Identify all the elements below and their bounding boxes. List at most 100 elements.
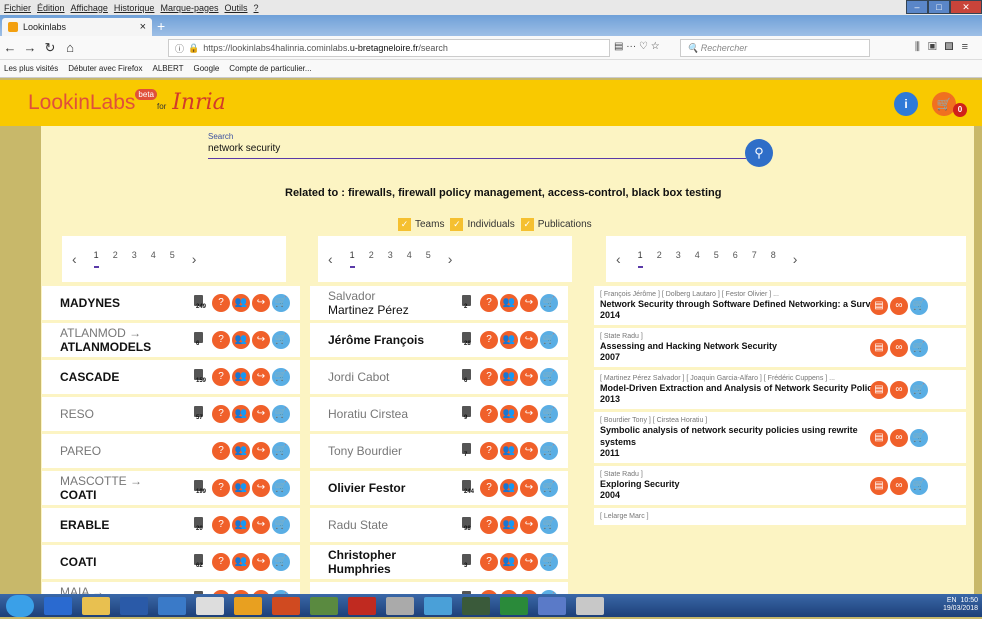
add-to-cart-icon[interactable]: 🛒 [540,331,558,349]
list-item[interactable]: Tony Bourdier 7? 👥 ↪ 🛒 [310,434,568,468]
publication-item[interactable]: [ François Jérôme ] [ Dolberg Lautaro ] … [594,286,966,325]
publication-item[interactable]: [ Lelarge Marc ] [594,508,966,525]
item-name[interactable]: MASCOTTE → COATI [60,474,142,502]
publication-authors[interactable]: [ State Radu ] [600,471,886,478]
team-icon[interactable]: 👥 [500,368,518,386]
menu-item[interactable]: ? [254,3,259,13]
publication-item[interactable]: [ State Radu ] Assessing and Hacking Netw… [594,328,966,367]
publication-authors[interactable]: [ Bourdier Tony ] [ Cirstea Horatiu ] [600,417,886,424]
list-item[interactable]: Radu State 98? 👥 ↪ 🛒 [310,508,568,542]
team-icon[interactable]: 👥 [500,516,518,534]
add-to-cart-icon[interactable]: 🛒 [540,553,558,571]
help-icon[interactable]: ? [480,553,498,571]
back-icon[interactable]: ← [0,40,20,55]
forward-icon[interactable]: → [20,40,40,55]
help-icon[interactable]: ? [212,442,230,460]
pdf-icon[interactable]: ▤ [870,380,888,399]
help-icon[interactable]: ? [212,405,230,423]
list-item[interactable]: COATI 62? 👥 ↪ 🛒 [42,545,300,579]
media-icon[interactable] [158,596,186,615]
publication-title[interactable]: Network Security through Software Define… [600,298,886,310]
search-button[interactable]: ⚲ [745,139,773,167]
language-indicator[interactable]: EN [947,597,957,604]
next-page-icon[interactable]: › [448,251,453,267]
home-icon[interactable]: ⌂ [60,40,80,55]
page-link[interactable]: 2 [369,250,374,268]
link-icon[interactable]: ∞ [890,296,908,315]
team-icon[interactable]: 👥 [500,331,518,349]
help-icon[interactable]: ? [480,405,498,423]
pdf-icon[interactable]: ▤ [870,428,888,447]
item-name[interactable]: Horatiu Cirstea [328,407,408,421]
page-link[interactable]: 4 [407,250,412,268]
prev-page-icon[interactable]: ‹ [616,251,621,267]
calculator-icon[interactable] [196,596,224,615]
next-page-icon[interactable]: › [192,251,197,267]
add-to-cart-icon[interactable]: 🛒 [272,516,290,534]
list-item[interactable]: RESO 57? 👥 ↪ 🛒 [42,397,300,431]
prev-page-icon[interactable]: ‹ [328,251,333,267]
list-item[interactable]: Jordi Cabot 6? 👥 ↪ 🛒 [310,360,568,394]
network-icon[interactable] [310,596,338,615]
team-icon[interactable]: 👥 [232,479,250,497]
menu-item[interactable]: Historique [114,3,155,13]
add-to-cart-icon[interactable]: 🛒 [272,331,290,349]
add-to-cart-icon[interactable]: 🛒 [540,368,558,386]
excel-icon[interactable] [500,596,528,615]
app-icon[interactable] [386,596,414,615]
checkbox-teams[interactable]: ✓ [398,218,411,231]
list-item[interactable]: MASCOTTE → COATI 199? 👥 ↪ 🛒 [42,471,300,505]
item-name[interactable]: ATLANMOD → ATLANMODELS [60,326,151,354]
help-icon[interactable]: ? [212,294,230,312]
menu-item[interactable]: Outils [225,3,248,13]
add-to-cart-icon[interactable]: 🛒 [272,368,290,386]
explorer-icon[interactable] [82,596,110,615]
share-icon[interactable]: ↪ [520,331,538,349]
bookmark-item[interactable]: Compte de particulier... [229,64,311,73]
help-icon[interactable]: ? [212,331,230,349]
share-icon[interactable]: ↪ [520,553,538,571]
item-name[interactable]: MADYNES [60,296,120,310]
publication-title[interactable]: Exploring Security [600,478,886,490]
add-to-cart-icon[interactable]: 🛒 [272,553,290,571]
lookinlabs-logo[interactable]: LookinLabs betafor Inria [28,89,226,115]
item-name[interactable]: Olivier Festor [328,481,405,495]
pdf-icon[interactable]: ▤ [870,296,888,315]
bookmark-item[interactable]: ALBERT [153,64,184,73]
add-to-cart-icon[interactable]: 🛒 [910,476,928,495]
menu-item[interactable]: Affichage [71,3,108,13]
add-to-cart-icon[interactable]: 🛒 [540,442,558,460]
browser-search-input[interactable]: 🔍 Rechercher [680,39,870,57]
team-icon[interactable]: 👥 [232,331,250,349]
share-icon[interactable]: ↪ [252,553,270,571]
page-link[interactable]: 5 [170,250,175,268]
link-icon[interactable]: ∞ [890,428,908,447]
item-name[interactable]: CASCADE [60,370,119,384]
add-to-cart-icon[interactable]: 🛒 [540,479,558,497]
page-link[interactable]: 4 [151,250,156,268]
help-icon[interactable]: ? [480,516,498,534]
item-name[interactable]: ERABLE [60,518,109,532]
new-tab-icon[interactable]: + [157,18,165,34]
pdf-icon[interactable]: ▤ [870,476,888,495]
tab-lookinlabs[interactable]: Lookinlabs × [2,18,152,36]
item-name[interactable]: Jordi Cabot [328,370,389,384]
page-link[interactable]: 3 [676,250,681,268]
help-icon[interactable]: ? [212,553,230,571]
add-to-cart-icon[interactable]: 🛒 [540,516,558,534]
page-link[interactable]: 4 [695,250,700,268]
team-icon[interactable]: 👥 [232,442,250,460]
team-icon[interactable]: 👥 [232,294,250,312]
word-icon[interactable] [120,596,148,615]
bookmark-item[interactable]: Les plus visités [4,64,58,73]
app3-icon[interactable] [462,596,490,615]
list-item[interactable]: Olivier Festor 244? 👥 ↪ 🛒 [310,471,568,505]
page-link[interactable]: 5 [426,250,431,268]
bookmark-item[interactable]: Google [194,64,220,73]
share-icon[interactable]: ↪ [252,294,270,312]
add-to-cart-icon[interactable]: 🛒 [910,428,928,447]
item-name[interactable]: COATI [60,555,96,569]
item-name[interactable]: PAREO [60,444,101,458]
list-item[interactable]: MADYNES 249? 👥 ↪ 🛒 [42,286,300,320]
help-icon[interactable]: ? [480,294,498,312]
